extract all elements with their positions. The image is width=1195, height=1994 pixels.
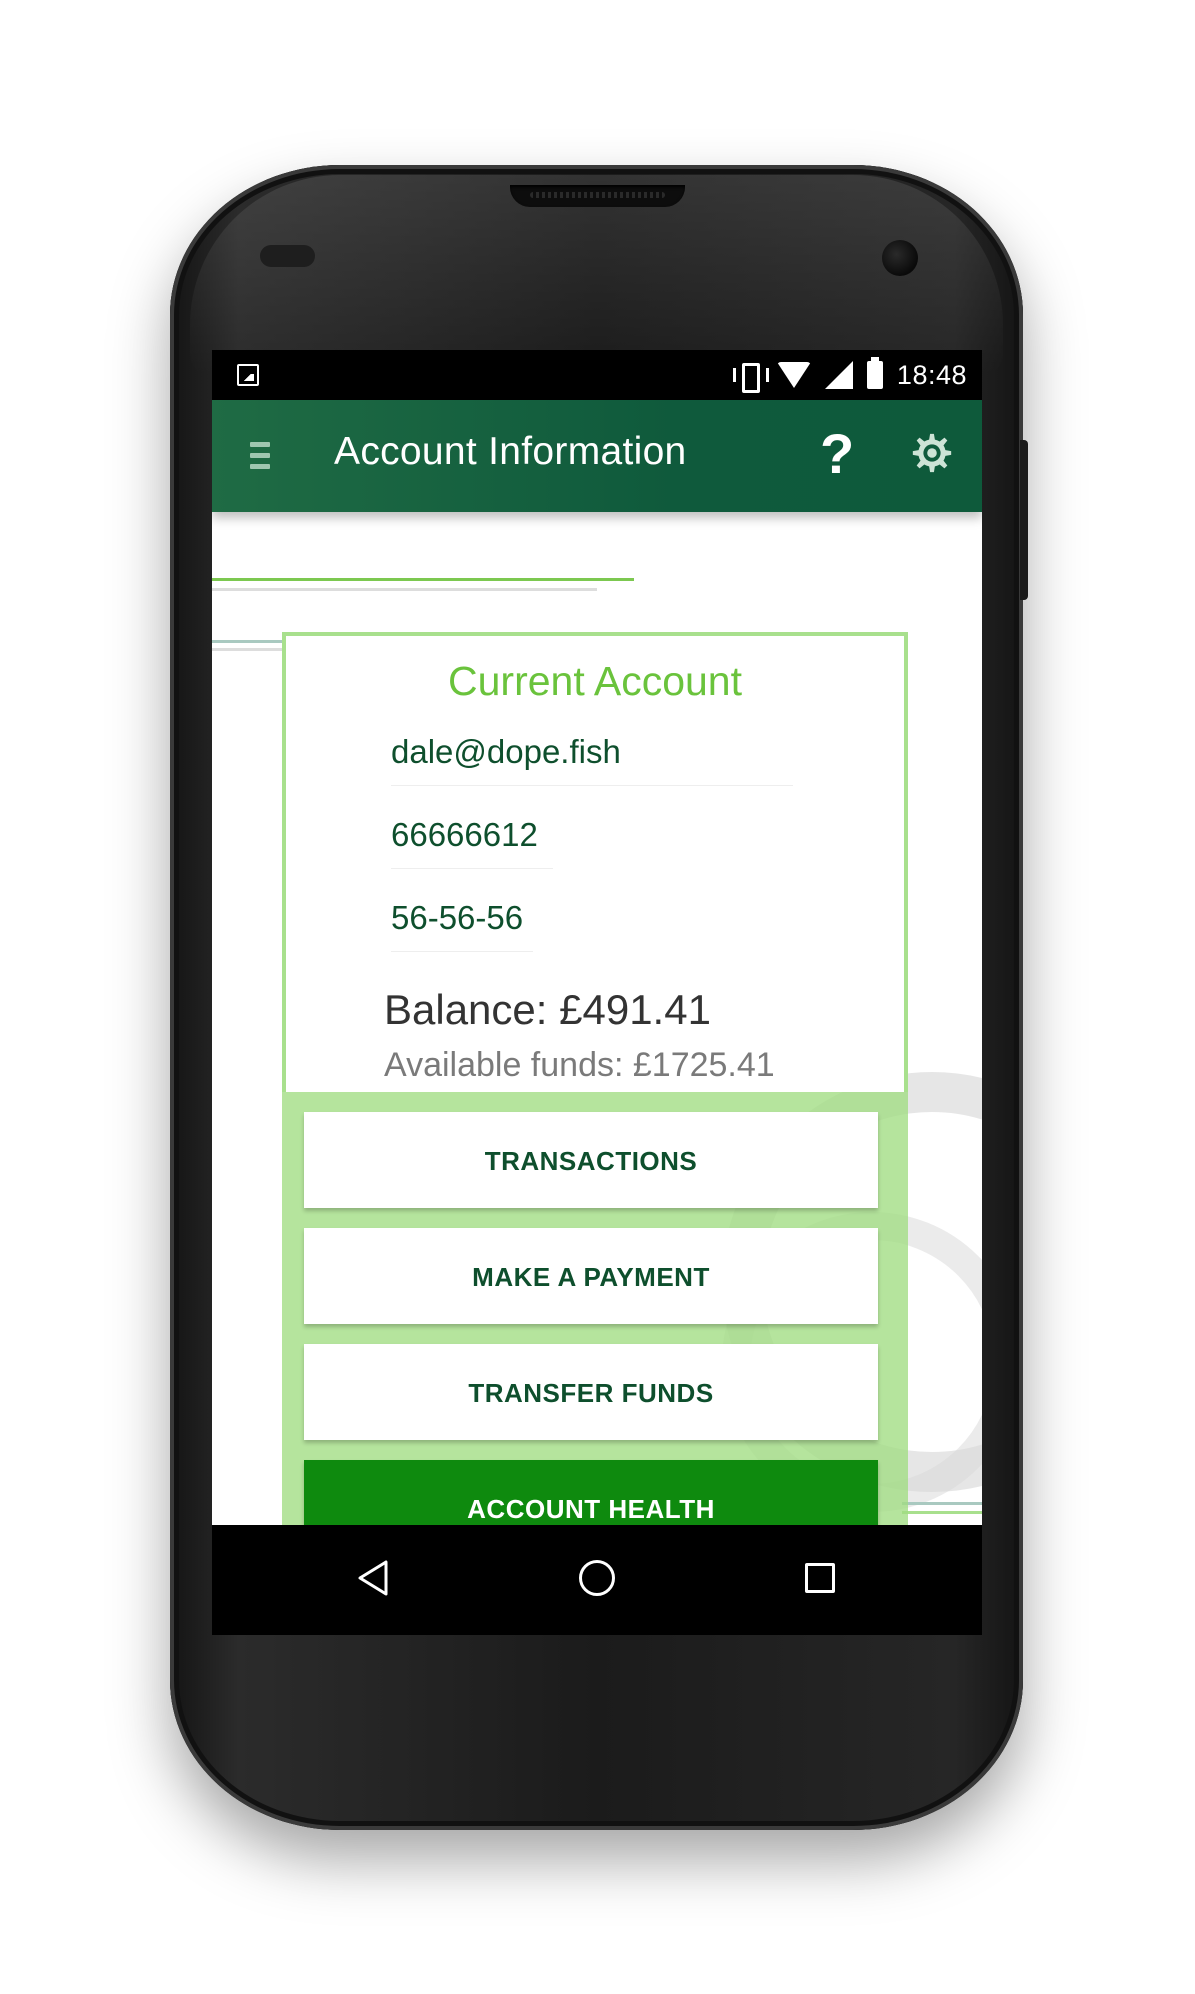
decorative-line	[902, 1511, 982, 1514]
transfer-funds-button[interactable]: TRANSFER FUNDS	[304, 1344, 878, 1440]
gear-icon[interactable]	[909, 430, 955, 476]
back-icon[interactable]	[354, 1558, 394, 1598]
account-type-heading: Current Account	[448, 658, 742, 704]
proximity-sensor	[260, 245, 315, 267]
app-bar: Account Information ?	[212, 400, 982, 512]
balance-text: Balance: £491.41	[384, 986, 711, 1033]
decorative-line	[212, 640, 282, 643]
status-bar: 18:48	[212, 350, 982, 400]
action-button-panel: TRANSACTIONS MAKE A PAYMENT TRANSFER FUN…	[282, 1092, 908, 1525]
page-title: Account Information	[334, 430, 687, 473]
help-icon[interactable]: ?	[820, 422, 854, 486]
signal-icon	[824, 361, 853, 389]
sort-code-field: 56-56-56	[391, 899, 533, 952]
main-content[interactable]: Current Account dale@dope.fish 66666612 …	[212, 512, 982, 1525]
decorative-line	[902, 1502, 982, 1505]
account-number-field: 66666612	[391, 816, 553, 869]
phone-screen: 18:48 Account Information ? Current Acco…	[212, 350, 982, 1635]
navigation-bar	[212, 1525, 982, 1635]
earpiece-speaker	[510, 185, 685, 207]
account-card: Current Account dale@dope.fish 66666612 …	[282, 632, 908, 1092]
available-funds-text: Available funds: £1725.41	[384, 1046, 775, 1084]
wifi-icon	[776, 362, 811, 388]
transactions-button[interactable]: TRANSACTIONS	[304, 1112, 878, 1208]
front-camera	[882, 240, 918, 276]
hamburger-menu-icon[interactable]	[250, 442, 272, 470]
power-button	[1020, 440, 1028, 600]
account-health-button[interactable]: ACCOUNT HEALTH	[304, 1460, 878, 1525]
status-time: 18:48	[896, 359, 967, 390]
decorative-line	[212, 588, 597, 591]
make-payment-button[interactable]: MAKE A PAYMENT	[304, 1228, 878, 1324]
image-notification-icon	[237, 364, 259, 386]
email-field: dale@dope.fish	[391, 733, 793, 786]
vibrate-icon	[732, 362, 769, 393]
status-icons: 18:48	[732, 350, 967, 400]
decorative-line	[212, 578, 634, 581]
battery-icon	[866, 357, 883, 389]
recents-icon[interactable]	[805, 1563, 835, 1593]
decorative-line	[212, 648, 282, 651]
home-icon[interactable]	[579, 1560, 615, 1596]
